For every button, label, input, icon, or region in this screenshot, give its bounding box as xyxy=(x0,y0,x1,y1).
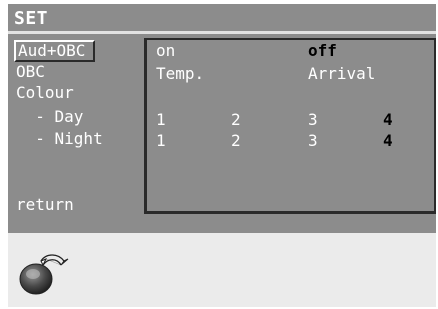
night-option-3[interactable]: 3 xyxy=(308,132,318,150)
day-option-1[interactable]: 1 xyxy=(156,111,166,129)
night-option-2[interactable]: 2 xyxy=(231,132,241,150)
display-screen: SET Aud+OBC OBC Colour - Day - Night ret… xyxy=(8,4,436,307)
night-option-1[interactable]: 1 xyxy=(156,132,166,150)
option-temp[interactable]: Temp. xyxy=(156,65,204,83)
menu-item-day[interactable]: - Day xyxy=(16,108,83,126)
option-on[interactable]: on xyxy=(156,42,175,60)
rotary-knob-icon xyxy=(19,254,69,295)
menu-item-obc[interactable]: OBC xyxy=(16,63,45,81)
menu-item-colour[interactable]: Colour xyxy=(16,84,74,102)
day-option-4[interactable]: 4 xyxy=(383,111,393,129)
option-arrival[interactable]: Arrival xyxy=(308,65,375,83)
day-option-3[interactable]: 3 xyxy=(308,111,318,129)
rotate-arrow-icon xyxy=(40,254,69,267)
values-panel: on off Temp. Arrival 1 2 3 4 1 2 3 4 xyxy=(144,38,436,214)
control-hint-area xyxy=(8,233,436,307)
screen-title: SET xyxy=(14,8,49,29)
day-option-2[interactable]: 2 xyxy=(231,111,241,129)
option-off[interactable]: off xyxy=(308,42,337,60)
night-option-4[interactable]: 4 xyxy=(383,132,393,150)
settings-menu: Aud+OBC OBC Colour - Day - Night return xyxy=(8,38,144,214)
menu-item-aud-obc[interactable]: Aud+OBC xyxy=(14,40,96,62)
title-bar: SET xyxy=(8,4,436,34)
menu-item-night[interactable]: - Night xyxy=(16,130,102,148)
menu-item-return[interactable]: return xyxy=(16,196,74,214)
